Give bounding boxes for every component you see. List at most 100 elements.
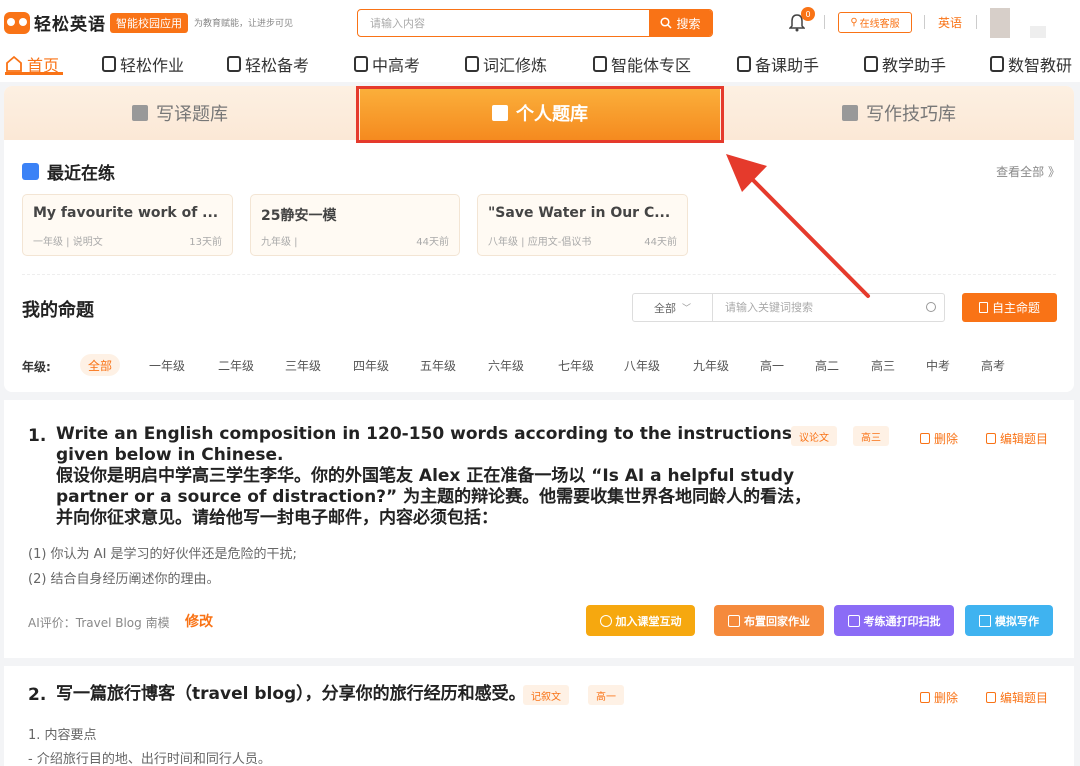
trash-icon bbox=[920, 692, 930, 703]
grade-option[interactable]: 高一 bbox=[752, 354, 792, 376]
question-line: 并向你征求意见。请给他写一封电子邮件，内容必须包括： bbox=[56, 508, 498, 528]
location-icon: ⚲ bbox=[850, 17, 858, 28]
recent-card-time: 44天前 bbox=[416, 237, 449, 248]
nav-item-homework[interactable]: 轻松作业 bbox=[102, 52, 184, 76]
bookmark-icon bbox=[864, 56, 878, 72]
grade-option[interactable]: 全部 bbox=[80, 354, 121, 376]
print-scan-button[interactable]: 考练通打印扫批 bbox=[834, 605, 954, 636]
edit-question-button[interactable]: 编辑题目 bbox=[986, 430, 1048, 447]
language-switch[interactable]: 英语 bbox=[938, 14, 962, 31]
search-icon[interactable] bbox=[926, 302, 936, 312]
grade-option[interactable]: 五年级 bbox=[412, 354, 464, 376]
delete-button[interactable]: 删除 bbox=[920, 689, 958, 706]
grade-option[interactable]: 高二 bbox=[807, 354, 847, 376]
grade-option[interactable]: 中考 bbox=[918, 354, 958, 376]
grade-option[interactable]: 四年级 bbox=[345, 354, 397, 376]
assign-homework-button[interactable]: 布置回家作业 bbox=[714, 605, 824, 636]
tab-label: 写译题库 bbox=[156, 104, 228, 125]
logo[interactable]: 轻松英语 智能校园应用 为教育赋能，让进步可见 bbox=[4, 10, 293, 35]
divider bbox=[976, 15, 977, 29]
edit-icon bbox=[986, 433, 996, 444]
grade-tag: 高一 bbox=[588, 685, 624, 705]
service-label: 在线客服 bbox=[859, 19, 900, 30]
requirement: (2) 结合自身经历阐述你的理由。 bbox=[28, 572, 220, 587]
section-divider bbox=[22, 274, 1056, 275]
shield-icon bbox=[990, 56, 1004, 72]
owl-logo-icon bbox=[4, 11, 30, 34]
recent-card[interactable]: 25静安一模 九年级 | 44天前 bbox=[250, 194, 460, 256]
grade-option[interactable]: 六年级 bbox=[480, 354, 532, 376]
online-service-button[interactable]: ⚲ 在线客服 bbox=[838, 12, 912, 33]
nav-item-exam-prep[interactable]: 轻松备考 bbox=[227, 52, 309, 76]
question-stem: Write an English composition in 120-150 … bbox=[56, 424, 811, 529]
ai-modify-link[interactable]: 修改 bbox=[185, 611, 213, 631]
plus-circle-icon bbox=[599, 614, 612, 627]
recent-card-title: My favourite work of ... bbox=[33, 205, 219, 221]
question-line: 写一篇旅行博客（travel blog），分享你的旅行经历和感受。 bbox=[56, 684, 526, 704]
divider bbox=[824, 15, 825, 29]
grade-option[interactable]: 二年级 bbox=[210, 354, 262, 376]
grade-option[interactable]: 八年级 bbox=[616, 354, 668, 376]
edit-label: 编辑题目 bbox=[1000, 432, 1049, 446]
tab-writing-skills[interactable]: 写作技巧库 bbox=[724, 86, 1074, 140]
recent-card-time: 13天前 bbox=[189, 237, 222, 248]
grade-option[interactable]: 一年级 bbox=[141, 354, 193, 376]
grade-option[interactable]: 三年级 bbox=[277, 354, 329, 376]
delete-label: 删除 bbox=[934, 691, 959, 705]
grade-option[interactable]: 高考 bbox=[973, 354, 1013, 376]
recent-card-meta: 八年级 | 应用文-倡议书 bbox=[488, 237, 592, 248]
chevron-down-icon: ﹀ bbox=[681, 304, 691, 314]
nav-item-lesson-prep[interactable]: 备课助手 bbox=[737, 52, 819, 76]
user-menu[interactable] bbox=[1030, 26, 1046, 38]
mock-writing-button[interactable]: 模拟写作 bbox=[965, 605, 1053, 636]
edit-question-button[interactable]: 编辑题目 bbox=[986, 689, 1048, 706]
nav-label: 轻松备考 bbox=[245, 56, 310, 75]
view-all-link[interactable]: 查看全部 》 bbox=[996, 163, 1060, 180]
grade-tag: 高三 bbox=[853, 426, 889, 446]
nav-item-entrance-exams[interactable]: 中高考 bbox=[354, 52, 420, 76]
nav-item-agents[interactable]: 智能体专区 bbox=[593, 52, 691, 76]
edit-icon bbox=[986, 692, 996, 703]
document-icon bbox=[978, 302, 988, 313]
grade-option[interactable]: 九年级 bbox=[685, 354, 737, 376]
delete-label: 删除 bbox=[934, 432, 959, 446]
delete-button[interactable]: 删除 bbox=[920, 430, 958, 447]
main-nav: 首页 轻松作业 轻松备考 中高考 词汇修炼 智能体专区 备课助手 教学助手 数智… bbox=[0, 44, 1080, 82]
search-button[interactable]: 搜索 bbox=[649, 10, 712, 36]
avatar[interactable] bbox=[990, 8, 1010, 38]
recent-card[interactable]: "Save Water in Our C... 八年级 | 应用文-倡议书 44… bbox=[477, 194, 688, 256]
recent-card[interactable]: My favourite work of ... 一年级 | 说明文 13天前 bbox=[22, 194, 233, 256]
keyword-search-input[interactable] bbox=[713, 294, 913, 321]
nav-item-teaching-assistant[interactable]: 教学助手 bbox=[864, 52, 946, 76]
nav-label: 轻松作业 bbox=[120, 56, 185, 75]
requirement: 1. 内容要点 bbox=[28, 728, 97, 743]
op-label: 加入课堂互动 bbox=[615, 614, 682, 628]
book-icon bbox=[465, 56, 479, 72]
divider bbox=[924, 15, 925, 29]
op-label: 模拟写作 bbox=[995, 614, 1039, 628]
nav-item-vocabulary[interactable]: 词汇修炼 bbox=[465, 52, 547, 76]
type-select[interactable]: 全部 ﹀ bbox=[633, 294, 713, 321]
create-question-button[interactable]: 自主命题 bbox=[962, 293, 1057, 322]
op-label: 考练通打印扫批 bbox=[863, 614, 941, 628]
search-icon bbox=[660, 17, 673, 29]
nav-item-research[interactable]: 数智教研 bbox=[990, 52, 1072, 76]
doc-icon bbox=[227, 56, 241, 72]
question-number: 1. bbox=[28, 426, 47, 446]
question-line: Write an English composition in 120-150 … bbox=[56, 424, 792, 444]
add-to-class-button[interactable]: 加入课堂互动 bbox=[586, 605, 695, 636]
top-bar: 轻松英语 智能校园应用 为教育赋能，让进步可见 搜索 0 ⚲ 在线客服 英语 bbox=[0, 0, 1080, 44]
tab-writing-translation[interactable]: 写译题库 bbox=[4, 86, 356, 140]
nav-label: 教学助手 bbox=[882, 56, 947, 75]
filter-bar: 全部 ﹀ bbox=[632, 293, 945, 322]
grade-option[interactable]: 七年级 bbox=[550, 354, 602, 376]
nav-label: 智能体专区 bbox=[611, 56, 692, 75]
scan-icon bbox=[847, 614, 860, 627]
grade-option[interactable]: 高三 bbox=[863, 354, 903, 376]
search-input[interactable] bbox=[358, 10, 650, 36]
recent-card-title: 25静安一模 bbox=[261, 208, 337, 224]
highlight-box bbox=[356, 86, 724, 143]
question-stem: 写一篇旅行博客（travel blog），分享你的旅行经历和感受。 bbox=[56, 684, 526, 705]
pen-icon bbox=[979, 614, 991, 627]
home-icon bbox=[6, 55, 22, 72]
